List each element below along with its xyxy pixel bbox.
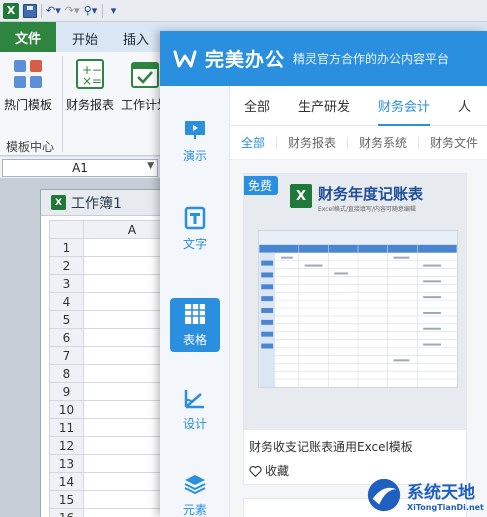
row-header[interactable]: 9 xyxy=(49,382,84,401)
heart-icon xyxy=(249,465,262,477)
sidebar-item-table[interactable]: 表格 xyxy=(170,298,220,352)
table-icon xyxy=(185,304,205,324)
workbook-icon: X xyxy=(51,195,66,210)
name-box-value: A1 xyxy=(72,161,88,175)
calendar-check-icon xyxy=(129,58,161,90)
svg-text:×: × xyxy=(82,74,92,88)
svg-text:=: = xyxy=(92,74,102,88)
panel-content: 全部 生产研发 财务会计 人 全部 财务报表 财务系统 财务文件 免费 X 财务… xyxy=(230,86,487,517)
binoculars-icon[interactable]: ⚲▾ xyxy=(84,3,98,19)
thumbnail-title: 财务年度记账表 xyxy=(318,185,424,203)
workbook-title-bar: X 工作簿1 xyxy=(41,190,179,216)
subcategory-tabs: 全部 财务报表 财务系统 财务文件 xyxy=(230,126,487,160)
row-header[interactable]: 1 xyxy=(49,238,84,257)
sidebar-item-label: 演示 xyxy=(182,149,207,163)
brand-slogan: 精灵官方合作的办公内容平台 xyxy=(293,52,450,66)
layers-icon xyxy=(184,475,206,495)
finance-report-button[interactable]: + − × = 财务报表 xyxy=(66,58,114,113)
finance-report-label: 财务报表 xyxy=(66,98,115,112)
hot-templates-icon xyxy=(12,58,44,90)
tab-category-rnd[interactable]: 生产研发 xyxy=(284,86,364,126)
row-header[interactable]: 15 xyxy=(49,490,84,509)
tab-insert[interactable]: 插入 xyxy=(114,24,158,52)
template-thumbnail[interactable]: 免费 X 财务年度记账表 Excel格式/直接填写/内容可随意编辑 xyxy=(244,174,466,430)
tab-file[interactable]: 文件 xyxy=(0,22,56,52)
thumbnail-subtitle: Excel格式/直接填写/内容可随意编辑 xyxy=(318,206,416,213)
chevron-down-icon[interactable]: ▼ xyxy=(147,161,154,171)
group-divider xyxy=(62,56,63,152)
finance-report-icon: + − × = xyxy=(74,58,106,90)
quick-access-toolbar: X ↶▾ ↷▾ ⚲▾ ▾ xyxy=(0,0,487,22)
row-header[interactable]: 2 xyxy=(49,256,84,275)
tab-sub-all[interactable]: 全部 xyxy=(230,136,278,149)
workbook-window: X 工作簿1 A 112233455678910111213141516 xyxy=(40,189,181,517)
tab-category-all[interactable]: 全部 xyxy=(230,86,284,126)
panel-sidebar: 演示 文字 表格 设计 元素 xyxy=(160,86,230,517)
hot-templates-button[interactable]: 热门模板 xyxy=(4,58,52,113)
undo-icon[interactable]: ↶▾ xyxy=(46,3,61,19)
sidebar-item-label: 设计 xyxy=(182,417,207,431)
redo-icon[interactable]: ↷▾ xyxy=(65,3,80,19)
brand-name: 完美办公 xyxy=(205,49,286,71)
tab-sub-finance-system[interactable]: 财务系统 xyxy=(348,136,420,149)
design-icon xyxy=(184,390,204,409)
save-icon[interactable] xyxy=(23,3,37,19)
row-header[interactable]: 16 xyxy=(49,508,84,517)
row-header[interactable]: 7 xyxy=(49,346,84,365)
row-header[interactable]: 13 xyxy=(49,454,84,473)
tab-sub-finance-docs[interactable]: 财务文件 xyxy=(419,137,487,149)
site-watermark: 系统天地 XiTongTianDi.net xyxy=(365,472,487,517)
row-header[interactable]: 3 xyxy=(49,274,84,293)
template-card[interactable]: 免费 X 财务年度记账表 Excel格式/直接填写/内容可随意编辑 财务收支记账… xyxy=(243,173,467,485)
toolbar-divider xyxy=(41,3,42,18)
template-center-group-label: 模板中心 xyxy=(6,140,55,154)
select-all-corner[interactable] xyxy=(49,220,84,239)
row-header[interactable]: 12 xyxy=(49,436,84,455)
row-header[interactable]: 14 xyxy=(49,472,84,491)
watermark-logo-icon xyxy=(367,478,401,511)
row-header[interactable]: 8 xyxy=(49,364,84,383)
row-header[interactable]: 6 xyxy=(49,328,84,347)
free-badge: 免费 xyxy=(244,176,279,195)
panel-header: 完美办公 精灵官方合作的办公内容平台 xyxy=(160,31,487,86)
excel-file-icon: X xyxy=(290,184,312,208)
sidebar-item-label: 表格 xyxy=(182,333,207,347)
excel-app-icon[interactable]: X xyxy=(3,2,19,19)
template-panel: 完美办公 精灵官方合作的办公内容平台 演示 文字 表格 设计 元素 全部 生产研… xyxy=(160,31,487,517)
toolbar-divider xyxy=(101,3,103,18)
tab-category-hr[interactable]: 人 xyxy=(444,86,485,126)
tab-sub-finance-report[interactable]: 财务报表 xyxy=(277,136,349,149)
brand-logo-icon xyxy=(173,50,197,67)
presentation-icon xyxy=(185,121,205,139)
tab-home[interactable]: 开始 xyxy=(56,24,114,52)
watermark-text: 系统天地 xyxy=(407,482,475,503)
row-header[interactable]: 5 xyxy=(49,310,84,329)
template-title[interactable]: 财务收支记账表通用Excel模板 xyxy=(249,438,413,455)
row-header[interactable]: 10 xyxy=(49,400,84,419)
watermark-url: XiTongTianDi.net xyxy=(407,502,484,512)
customize-toolbar-icon[interactable]: ▾ xyxy=(107,3,121,19)
sidebar-item-label: 元素 xyxy=(182,503,207,517)
text-doc-icon xyxy=(184,206,206,230)
name-box[interactable]: A1 ▼ xyxy=(2,159,158,177)
sidebar-item-text[interactable]: 文字 xyxy=(170,202,220,256)
row-header[interactable]: 4 xyxy=(49,292,84,311)
spreadsheet-preview-image xyxy=(258,230,458,388)
row-header[interactable]: 11 xyxy=(49,418,84,437)
tab-category-finance[interactable]: 财务会计 xyxy=(364,86,444,126)
sidebar-item-elements[interactable]: 元素 xyxy=(170,468,220,517)
sidebar-item-presentation[interactable]: 演示 xyxy=(170,114,220,168)
category-tabs: 全部 生产研发 财务会计 人 xyxy=(230,86,487,126)
hot-templates-label: 热门模板 xyxy=(4,98,53,112)
workbook-title: 工作簿1 xyxy=(71,195,122,212)
sidebar-item-design[interactable]: 设计 xyxy=(170,382,220,436)
favorite-button[interactable]: 收藏 xyxy=(249,462,289,479)
sidebar-item-label: 文字 xyxy=(182,237,207,251)
favorite-label: 收藏 xyxy=(265,464,290,478)
